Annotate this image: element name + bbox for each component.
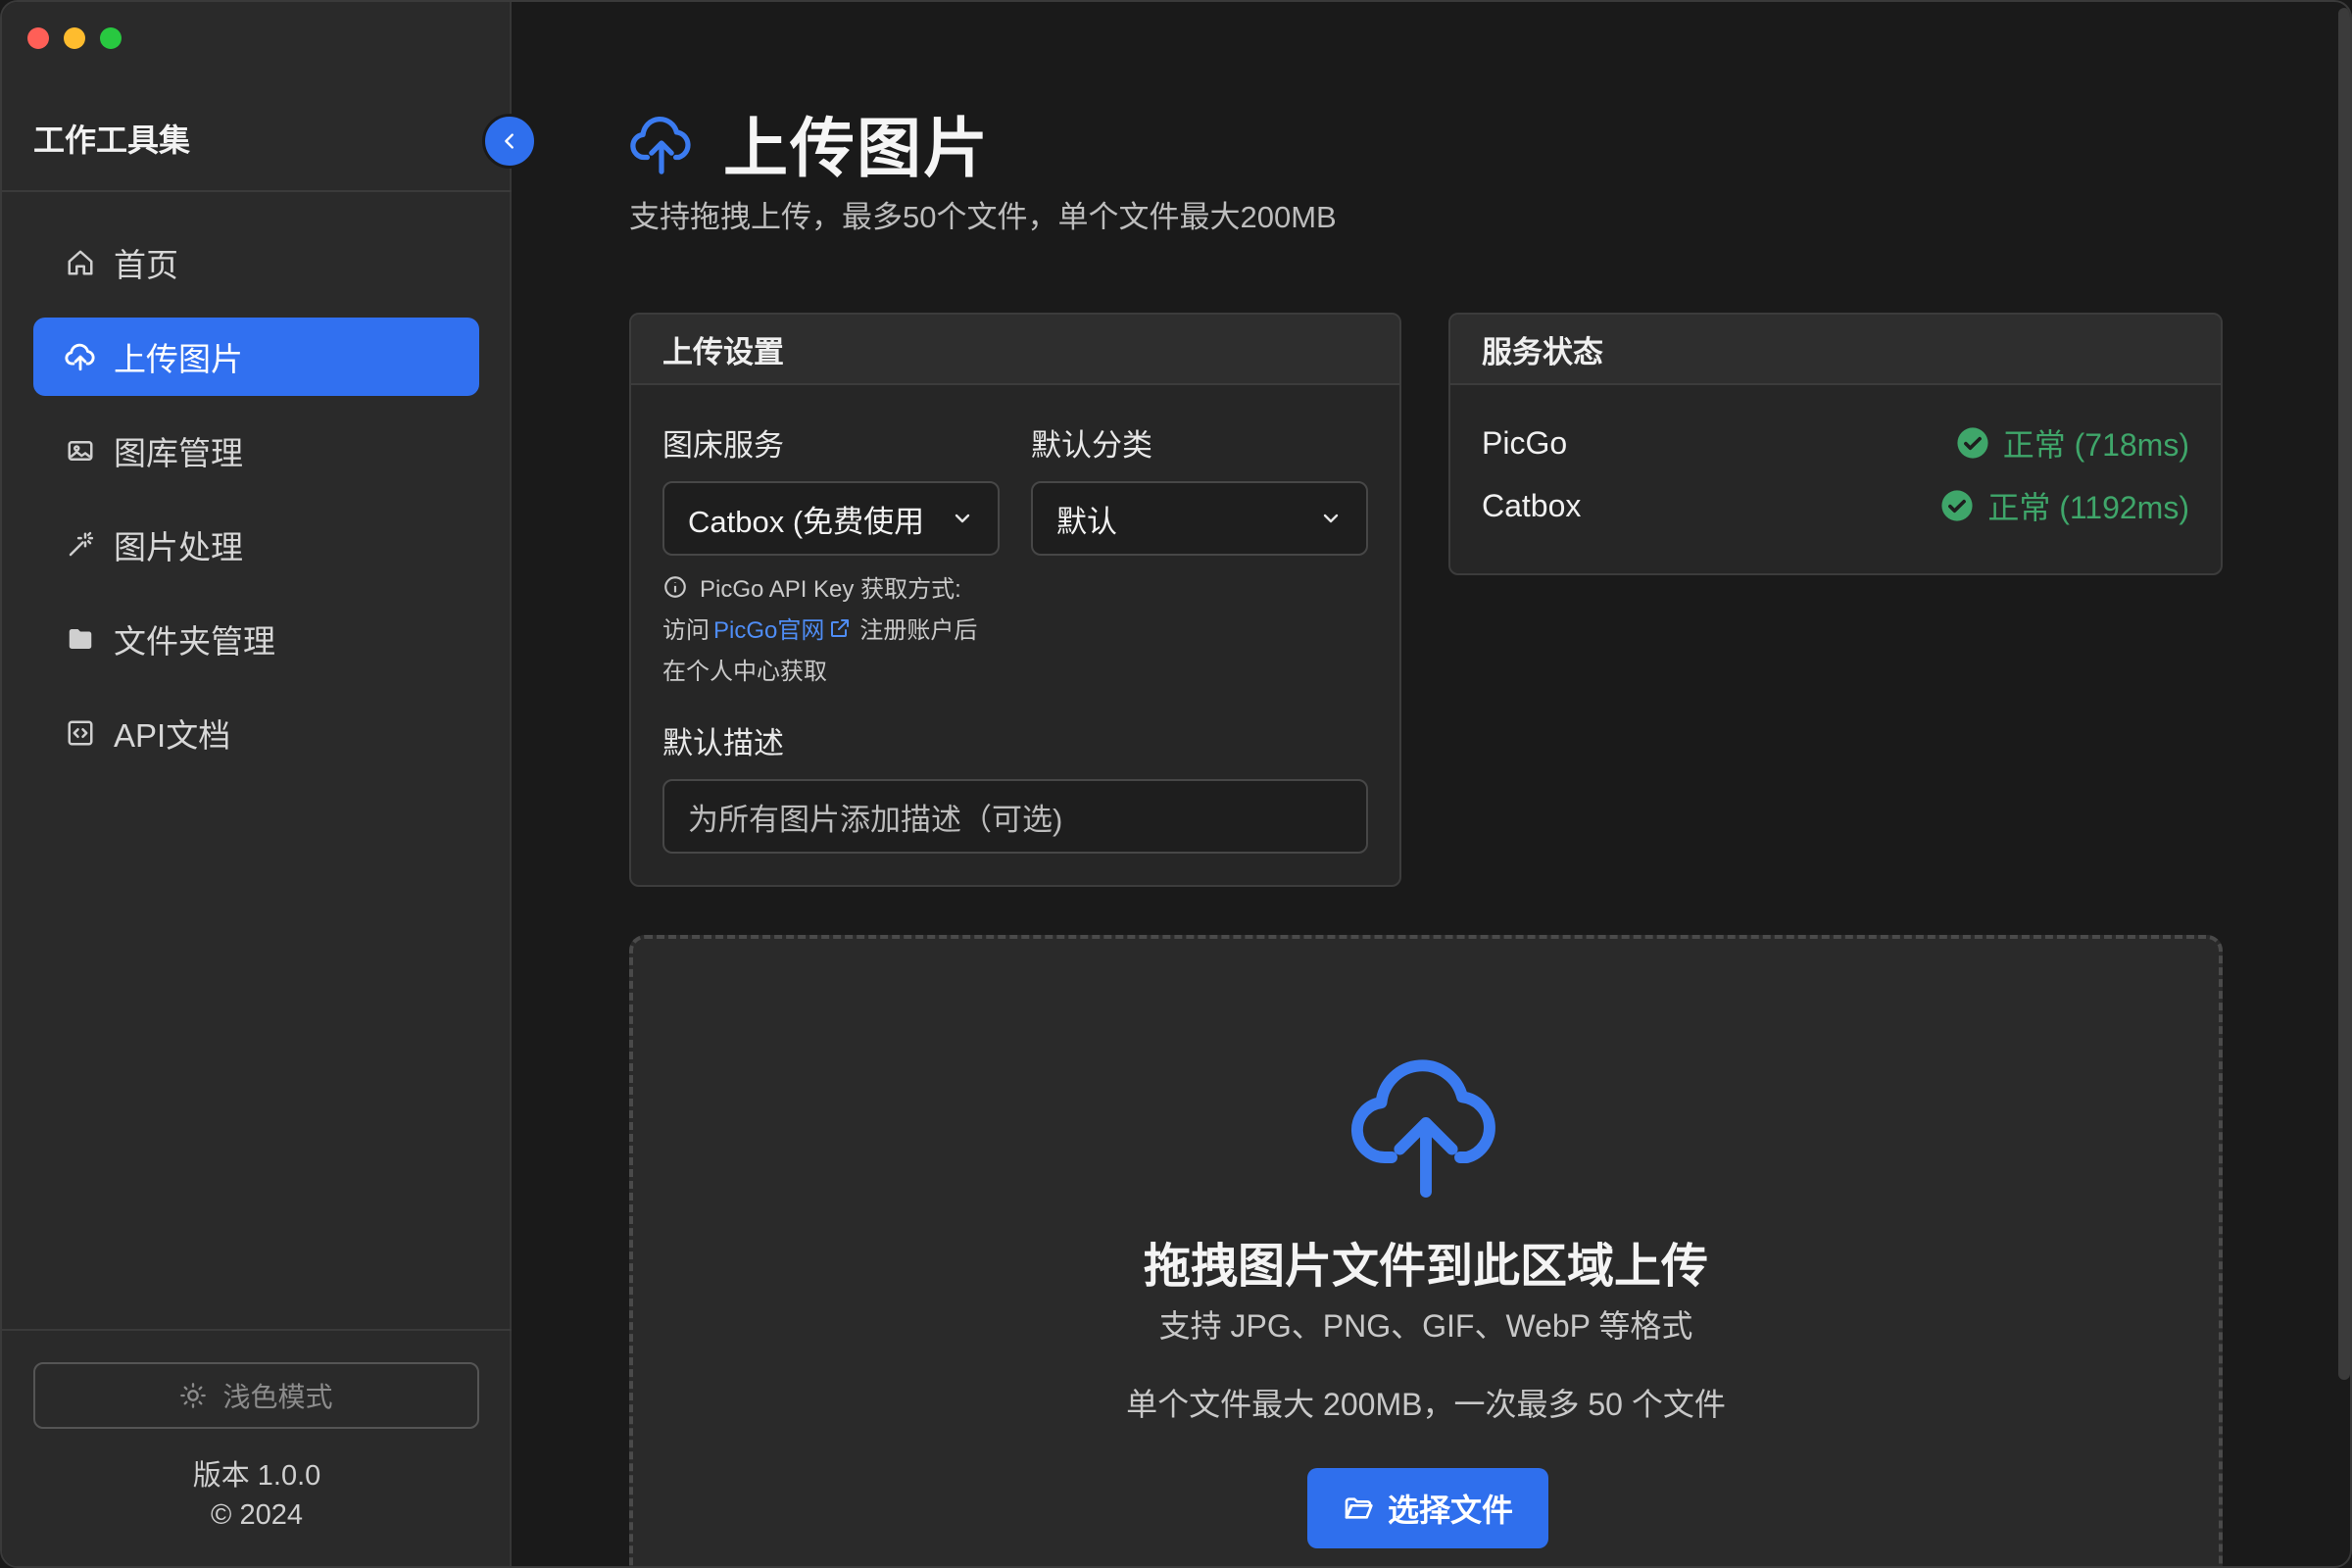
check-circle-icon bbox=[1941, 490, 1973, 521]
sidebar-item-api-docs[interactable]: API文档 bbox=[33, 694, 479, 772]
sidebar-item-upload[interactable]: 上传图片 bbox=[33, 318, 479, 396]
host-service-label: 图床服务 bbox=[662, 428, 784, 463]
host-service-value: Catbox (免费使用 bbox=[688, 504, 925, 539]
maximize-window-button[interactable] bbox=[100, 27, 122, 49]
sidebar: 工作工具集 首页 上传图片 图库管理 图片处理 文件夹管理 API文档 浅色模式… bbox=[2, 2, 512, 1566]
folder-icon bbox=[63, 621, 98, 657]
page-subtitle: 支持拖拽上传，最多50个文件，单个文件最大200MB bbox=[629, 200, 1337, 234]
chevron-down-icon bbox=[943, 499, 982, 538]
cloud-upload-icon bbox=[1351, 1059, 1495, 1198]
folder-open-icon bbox=[1345, 1497, 1373, 1519]
chevron-left-icon bbox=[505, 133, 514, 149]
service-name: PicGo bbox=[1482, 424, 1568, 461]
sidebar-item-home[interactable]: 首页 bbox=[33, 223, 479, 302]
chevron-down-icon bbox=[1311, 499, 1350, 538]
sidebar-item-label: 文件夹管理 bbox=[114, 623, 275, 660]
service-status-card: 服务状态 PicGo 正常 (718ms) Catbox 正常 (1192ms) bbox=[1448, 313, 2223, 575]
default-description-placeholder: 为所有图片添加描述（可选) bbox=[688, 802, 1063, 837]
sidebar-item-image-processing[interactable]: 图片处理 bbox=[33, 506, 479, 584]
home-icon bbox=[63, 245, 98, 280]
sidebar-item-label: 上传图片 bbox=[114, 341, 243, 377]
upload-settings-card: 上传设置 图床服务 Catbox (免费使用 默认分类 默认 PicGo API… bbox=[629, 313, 1401, 887]
api-key-hint-line3: 在个人中心获取 bbox=[662, 659, 827, 685]
dropzone-icon-wrap bbox=[633, 1047, 2219, 1200]
sidebar-item-gallery[interactable]: 图库管理 bbox=[33, 412, 479, 490]
service-name: Catbox bbox=[1482, 487, 1582, 523]
default-description-input[interactable]: 为所有图片添加描述（可选) bbox=[662, 779, 1368, 854]
card-title: 服务状态 bbox=[1450, 315, 2221, 385]
sidebar-item-label: API文档 bbox=[114, 717, 231, 754]
api-key-hint-line2: 访问 PicGo官网 注册账户后 bbox=[662, 611, 977, 645]
minimize-window-button[interactable] bbox=[64, 27, 85, 49]
page-header: 上传图片 bbox=[627, 96, 990, 190]
hint-visit-text: 访问 bbox=[662, 617, 710, 644]
cloud-upload-icon bbox=[63, 339, 98, 374]
card-title: 上传设置 bbox=[631, 315, 1399, 385]
scrollbar[interactable] bbox=[2338, 8, 2350, 1380]
window-controls bbox=[27, 27, 122, 49]
cloud-upload-icon bbox=[630, 117, 691, 174]
upload-dropzone[interactable]: 拖拽图片文件到此区域上传 支持 JPG、PNG、GIF、WebP 等格式 单个文… bbox=[629, 935, 2223, 1566]
dropzone-formats: 支持 JPG、PNG、GIF、WebP 等格式 bbox=[1158, 1308, 1693, 1344]
dropzone-limits: 单个文件最大 200MB，一次最多 50 个文件 bbox=[1126, 1387, 1726, 1422]
magic-wand-icon bbox=[63, 527, 98, 563]
copyright-text: © 2024 bbox=[211, 1499, 303, 1531]
collapse-sidebar-button[interactable] bbox=[482, 114, 537, 169]
code-icon bbox=[63, 715, 98, 751]
picgo-website-link[interactable]: PicGo官网 bbox=[713, 611, 824, 645]
sidebar-item-label: 首页 bbox=[114, 247, 178, 283]
service-status-row: Catbox 正常 (1192ms) bbox=[1482, 481, 2189, 530]
default-description-label: 默认描述 bbox=[662, 726, 784, 760]
host-service-select[interactable]: Catbox (免费使用 bbox=[662, 481, 1000, 556]
main-content: 上传图片 支持拖拽上传，最多50个文件，单个文件最大200MB 上传设置 图床服… bbox=[514, 2, 2350, 1566]
info-icon bbox=[664, 575, 686, 598]
check-circle-icon bbox=[1957, 427, 1988, 459]
theme-toggle-label: 浅色模式 bbox=[222, 1382, 333, 1412]
sidebar-item-label: 图片处理 bbox=[114, 529, 243, 565]
status-badge: 正常 (1192ms) bbox=[1940, 483, 2189, 528]
close-window-button[interactable] bbox=[27, 27, 49, 49]
service-status-text: 正常 (718ms) bbox=[2002, 427, 2189, 463]
theme-toggle-button[interactable]: 浅色模式 bbox=[33, 1362, 479, 1429]
divider bbox=[2, 190, 512, 192]
divider bbox=[2, 1329, 512, 1331]
external-link-icon[interactable] bbox=[828, 616, 852, 640]
app-window: 工作工具集 首页 上传图片 图库管理 图片处理 文件夹管理 API文档 浅色模式… bbox=[0, 0, 2352, 1568]
sidebar-nav: 首页 上传图片 图库管理 图片处理 文件夹管理 API文档 bbox=[33, 223, 479, 788]
api-key-hint-text: PicGo API Key 获取方式: bbox=[700, 576, 961, 603]
status-badge: 正常 (718ms) bbox=[1956, 420, 2189, 466]
default-category-select[interactable]: 默认 bbox=[1031, 481, 1368, 556]
default-category-label: 默认分类 bbox=[1031, 428, 1152, 463]
version-text: 版本 1.0.0 bbox=[192, 1460, 321, 1492]
default-category-value: 默认 bbox=[1056, 504, 1117, 539]
hint-after-text: 注册账户后 bbox=[859, 617, 978, 644]
app-title: 工作工具集 bbox=[33, 122, 191, 158]
choose-file-label: 选择文件 bbox=[1387, 1493, 1513, 1528]
api-key-hint: PicGo API Key 获取方式: bbox=[662, 569, 961, 604]
sidebar-item-label: 图库管理 bbox=[114, 435, 243, 471]
dropzone-title: 拖拽图片文件到此区域上传 bbox=[1143, 1241, 1708, 1293]
image-icon bbox=[63, 433, 98, 468]
sun-icon bbox=[180, 1383, 207, 1408]
choose-file-button[interactable]: 选择文件 bbox=[1307, 1468, 1548, 1548]
service-status-row: PicGo 正常 (718ms) bbox=[1482, 418, 2189, 467]
service-status-text: 正常 (1192ms) bbox=[1987, 490, 2189, 525]
page-title: 上传图片 bbox=[723, 112, 990, 184]
sidebar-item-folders[interactable]: 文件夹管理 bbox=[33, 600, 479, 678]
